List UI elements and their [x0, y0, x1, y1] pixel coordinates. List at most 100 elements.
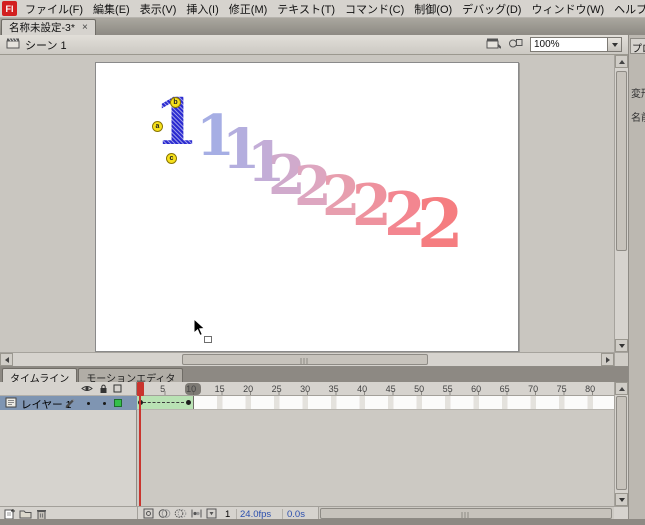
document-tab[interactable]: 名称未設定-3* ×: [1, 19, 96, 35]
document-tab-bar: 名称未設定-3* ×: [0, 18, 645, 35]
layer-panel: レイヤー 1: [0, 382, 137, 506]
pencil-edit-icon: [64, 397, 75, 411]
canvas-area: 1111222222bac: [0, 55, 628, 366]
ruler-frame-number: 30: [300, 384, 310, 394]
arrow-up-icon: [619, 387, 625, 391]
layer-lock-dot[interactable]: [103, 402, 106, 405]
scroll-left-button[interactable]: [0, 353, 13, 366]
status-divider: [236, 509, 237, 519]
timeline-horizontal-scroll-thumb[interactable]: [320, 508, 612, 519]
menu-item[interactable]: ファイル(F): [20, 1, 88, 17]
edit-symbol-icon[interactable]: [508, 37, 523, 52]
chevron-down-icon: [612, 43, 618, 47]
frames-area: 5101520253035404550556065707580: [137, 382, 614, 506]
tween-line: [143, 402, 184, 403]
dock-label-name: 名前: [631, 109, 645, 124]
ruler-frame-number: 5: [160, 384, 165, 394]
tab-motion-editor[interactable]: モーションエディタ: [78, 368, 183, 382]
ruler-frame-number: 20: [243, 384, 253, 394]
ruler-frame-number: 75: [557, 384, 567, 394]
visibility-eye-icon[interactable]: [81, 384, 93, 396]
dock-label-transform: 変形: [631, 85, 645, 100]
ruler-frame-number: 10: [186, 384, 196, 394]
menu-item[interactable]: ヘルプ(H): [609, 1, 645, 17]
menu-item[interactable]: 表示(V): [135, 1, 182, 17]
timeline-scroll-down-button[interactable]: [615, 493, 628, 506]
arrow-down-icon: [619, 344, 625, 348]
shape-hint-a[interactable]: a: [152, 121, 163, 132]
menu-item[interactable]: デバッグ(D): [457, 1, 526, 17]
menu-items: ファイル(F)編集(E)表示(V)挿入(I)修正(M)テキスト(T)コマンド(C…: [20, 0, 645, 17]
ruler-frame-number: 35: [329, 384, 339, 394]
onion-skin-ghost-glyph: 2: [417, 190, 464, 257]
ruler-frame-number: 60: [471, 384, 481, 394]
timeline-scroll-up-button[interactable]: [615, 382, 628, 395]
scene-icon: [6, 37, 20, 52]
menu-item[interactable]: 制御(O): [409, 1, 457, 17]
ruler-frame-number: 80: [585, 384, 595, 394]
layer-outline-color-swatch[interactable]: [114, 399, 122, 407]
timeline-vertical-scroll-thumb[interactable]: [616, 396, 627, 490]
status-divider: [282, 509, 283, 519]
window-bottom-edge: [0, 519, 645, 525]
playhead-handle[interactable]: [137, 382, 144, 396]
playhead-line[interactable]: [139, 395, 141, 506]
ruler-frame-number: 55: [443, 384, 453, 394]
menu-item[interactable]: 修正(M): [224, 1, 273, 17]
ruler-frame-number: 45: [386, 384, 396, 394]
menu-item[interactable]: ウィンドウ(W): [526, 1, 609, 17]
stage[interactable]: 1111222222bac: [95, 62, 519, 352]
timeline-vertical-scrollbar[interactable]: [614, 382, 628, 506]
edit-bar: シーン 1 100%: [0, 35, 628, 55]
menu-item[interactable]: 挿入(I): [181, 1, 223, 17]
vertical-scroll-thumb[interactable]: [616, 71, 627, 251]
arrow-up-icon: [619, 60, 625, 64]
shape-hint-c[interactable]: c: [166, 153, 177, 164]
layer-visible-dot[interactable]: [87, 402, 90, 405]
timeline-panel: タイムライン モーションエディタ: [0, 366, 628, 519]
layer-row[interactable]: レイヤー 1: [0, 396, 137, 410]
zoom-value[interactable]: 100%: [531, 38, 607, 51]
menu-item[interactable]: テキスト(T): [272, 1, 340, 17]
flash-application-window: Fl ファイル(F)編集(E)表示(V)挿入(I)修正(M)テキスト(T)コマン…: [0, 0, 645, 525]
keyframe-dot-end[interactable]: [186, 400, 191, 405]
tab-timeline[interactable]: タイムライン: [2, 368, 77, 382]
right-panel-dock: プロ 変形 名前: [628, 35, 645, 519]
canvas-vertical-scrollbar[interactable]: [614, 55, 628, 352]
scene-breadcrumb: シーン 1: [25, 37, 67, 53]
shape-tween-span[interactable]: [137, 396, 194, 409]
flash-logo-icon: Fl: [2, 1, 17, 16]
scroll-grip: [462, 512, 471, 519]
shape-hint-b[interactable]: b: [170, 97, 181, 108]
ruler-frame-number: 50: [414, 384, 424, 394]
properties-panel-tab[interactable]: プロ: [630, 38, 645, 54]
timeline-tab-bar: タイムライン モーションエディタ: [0, 367, 628, 382]
canvas-horizontal-scrollbar[interactable]: [0, 352, 614, 366]
scroll-right-button[interactable]: [601, 353, 614, 366]
close-icon[interactable]: ×: [82, 23, 88, 33]
arrow-down-icon: [619, 498, 625, 502]
timeline-ruler[interactable]: 5101520253035404550556065707580: [137, 382, 614, 396]
menu-item[interactable]: コマンド(C): [340, 1, 409, 17]
scrollbar-corner: [614, 352, 628, 366]
zoom-combo[interactable]: 100%: [530, 37, 622, 52]
outline-square-icon[interactable]: [113, 384, 122, 396]
layer-frames-row[interactable]: [137, 396, 614, 410]
ruler-frame-number: 25: [272, 384, 282, 394]
menu-bar: Fl ファイル(F)編集(E)表示(V)挿入(I)修正(M)テキスト(T)コマン…: [0, 0, 645, 18]
edit-scene-icon[interactable]: [486, 37, 501, 52]
timeline-body: レイヤー 1 5101520253035404550556065707580: [0, 382, 628, 506]
document-title: 名称未設定-3*: [9, 20, 75, 35]
ruler-frame-number: 15: [215, 384, 225, 394]
layer-panel-header: [0, 382, 137, 396]
layer-page-icon: [5, 397, 17, 411]
horizontal-scroll-thumb[interactable]: [182, 354, 428, 365]
ruler-frame-number: 70: [528, 384, 538, 394]
ruler-frame-number: 65: [500, 384, 510, 394]
arrow-right-icon: [606, 357, 610, 363]
zoom-dropdown-button[interactable]: [607, 38, 621, 51]
scroll-up-button[interactable]: [615, 55, 628, 68]
scroll-down-button[interactable]: [615, 339, 628, 352]
menu-item[interactable]: 編集(E): [88, 1, 135, 17]
timeline-status-bar: 1 24.0fps 0.0s: [0, 506, 628, 520]
